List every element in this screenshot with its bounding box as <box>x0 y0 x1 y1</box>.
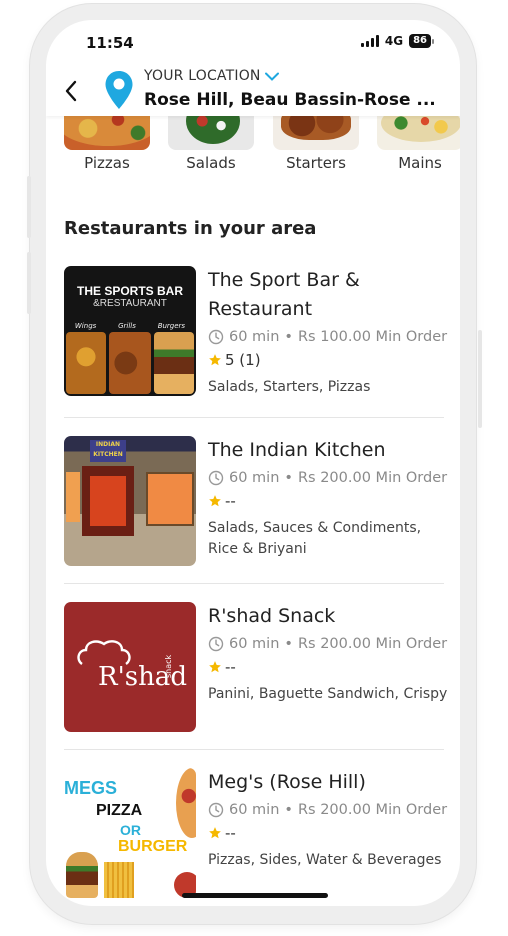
category-label: Starters <box>286 154 346 172</box>
image-text: snack <box>164 654 173 678</box>
restaurant-tags: Pizzas, Sides, Water & Beverages <box>208 852 442 868</box>
restaurant-image: THE SPORTS BAR &RESTAURANT Wings Grills … <box>64 266 196 396</box>
image-text: &RESTAURANT <box>93 298 167 309</box>
starters-image <box>273 116 359 150</box>
restaurant-tags: Salads, Starters, Pizzas <box>208 379 371 395</box>
divider <box>64 417 444 418</box>
restaurant-name: Meg's (Rose Hill) <box>208 771 366 793</box>
restaurant-card[interactable]: MEGS PIZZA OR BURGER Meg's (Rose Hill) 6… <box>64 768 448 906</box>
mains-image <box>377 116 460 150</box>
network-type: 4G <box>384 34 404 48</box>
delivery-time: 60 min <box>229 329 280 345</box>
image-text: Wings <box>74 322 97 330</box>
location-value[interactable]: Rose Hill, Beau Bassin-Rose ... <box>144 90 436 110</box>
image-text: OR <box>120 822 141 838</box>
rating-value: 5 (1) <box>225 351 261 369</box>
restaurant-card[interactable]: INDIAN KITCHEN The Indian Kitchen 60 min… <box>64 436 448 576</box>
category-carousel[interactable]: Pizzas Salads Starters Mains <box>46 116 460 178</box>
rating-value: -- <box>225 824 236 842</box>
dot-separator: • <box>284 470 293 486</box>
min-order: Rs 200.00 Min Order <box>297 470 448 486</box>
category-mains[interactable]: Mains <box>376 116 460 172</box>
restaurant-name: The Sport Bar & Restaurant <box>208 269 360 320</box>
home-indicator[interactable] <box>182 893 328 898</box>
image-text: MEGS <box>64 778 118 798</box>
phone-side-button <box>478 330 482 428</box>
star-icon <box>209 661 221 673</box>
category-starters[interactable]: Starters <box>272 116 360 172</box>
battery-level: 86 <box>409 34 431 48</box>
clock-icon <box>208 329 224 345</box>
image-text: PIZZA <box>96 802 143 819</box>
restaurant-name: The Indian Kitchen <box>208 439 386 461</box>
location-header: YOUR LOCATION Rose Hill, Beau Bassin-Ros… <box>46 64 460 116</box>
rating-value: -- <box>225 492 236 510</box>
category-label: Pizzas <box>84 154 130 172</box>
section-title: Restaurants in your area <box>64 218 317 239</box>
star-icon <box>209 495 221 507</box>
dot-separator: • <box>284 802 293 818</box>
category-label: Salads <box>186 154 236 172</box>
image-text: BURGER <box>118 838 188 855</box>
chevron-left-icon <box>65 80 77 102</box>
image-text: THE SPORTS BAR <box>76 284 183 298</box>
restaurant-card[interactable]: THE SPORTS BAR &RESTAURANT Wings Grills … <box>64 266 448 406</box>
min-order: Rs 100.00 Min Order <box>297 329 448 345</box>
restaurant-image: INDIAN KITCHEN <box>64 436 196 566</box>
rating-value: -- <box>225 658 236 676</box>
salad-image <box>168 116 254 150</box>
back-button[interactable] <box>58 78 84 104</box>
location-label: YOUR LOCATION <box>144 68 261 84</box>
delivery-time: 60 min <box>229 802 280 818</box>
dot-separator: • <box>284 329 293 345</box>
signal-icon <box>360 35 379 47</box>
chevron-down-icon <box>264 72 279 81</box>
clock-icon <box>208 470 224 486</box>
phone-side-button <box>27 176 31 238</box>
dot-separator: • <box>284 636 293 652</box>
min-order: Rs 200.00 Min Order <box>297 636 448 652</box>
category-salads[interactable]: Salads <box>167 116 255 172</box>
status-time: 11:54 <box>86 34 134 52</box>
restaurant-tags: Panini, Baguette Sandwich, Crispy <box>208 686 448 702</box>
clock-icon <box>208 802 224 818</box>
min-order: Rs 200.00 Min Order <box>297 802 448 818</box>
star-icon <box>209 827 221 839</box>
restaurant-image: MEGS PIZZA OR BURGER <box>64 768 196 898</box>
clock-icon <box>208 636 224 652</box>
divider <box>64 749 444 750</box>
phone-side-button <box>27 252 31 314</box>
location-pin-icon <box>105 71 133 109</box>
battery-icon: 86 <box>409 34 434 48</box>
image-text: Burgers <box>157 322 186 330</box>
delivery-time: 60 min <box>229 636 280 652</box>
image-text: R'shad <box>98 662 187 692</box>
star-icon <box>209 354 221 366</box>
app-screen: 11:54 4G 86 YOUR LOCATION Rose Hill, Bea… <box>46 20 460 906</box>
restaurant-card[interactable]: R'shad snack R'shad Snack 60 min • Rs 20… <box>64 602 448 742</box>
location-selector[interactable]: YOUR LOCATION <box>144 68 279 84</box>
image-text: INDIAN KITCHEN <box>90 440 126 462</box>
pizza-image <box>64 116 150 150</box>
image-text: Grills <box>118 322 136 330</box>
restaurant-tags: Salads, Sauces & Condiments, Rice & Briy… <box>208 520 422 557</box>
category-pizzas[interactable]: Pizzas <box>63 116 151 172</box>
category-label: Mains <box>398 154 442 172</box>
delivery-time: 60 min <box>229 470 280 486</box>
divider <box>64 583 444 584</box>
status-bar: 11:54 4G 86 <box>46 20 460 64</box>
restaurant-image: R'shad snack <box>64 602 196 732</box>
restaurant-name: R'shad Snack <box>208 605 336 627</box>
